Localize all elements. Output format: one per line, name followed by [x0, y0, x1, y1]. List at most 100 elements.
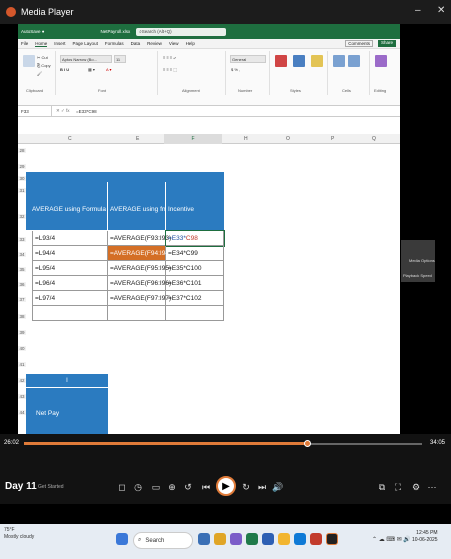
- row-header[interactable]: 30: [18, 176, 26, 181]
- number-format-select[interactable]: General: [230, 55, 266, 63]
- teams-icon[interactable]: [230, 533, 242, 545]
- app-icon[interactable]: [310, 533, 322, 545]
- table-cell[interactable]: =L93/4: [32, 231, 108, 246]
- volume-icon[interactable]: 🔊: [272, 481, 284, 493]
- row-header[interactable]: 44: [18, 410, 26, 415]
- sort-filter-icon[interactable]: [375, 55, 387, 67]
- column-header[interactable]: H: [244, 136, 248, 142]
- row-header[interactable]: 29: [18, 164, 26, 169]
- edge-icon[interactable]: [262, 533, 274, 545]
- mini-player-icon[interactable]: ⧉: [376, 481, 388, 493]
- skip-back-icon[interactable]: ↺: [182, 481, 194, 493]
- active-cell[interactable]: =E33* C98: [165, 230, 225, 247]
- row-header[interactable]: 35: [18, 267, 26, 272]
- header-cell-average-formula[interactable]: AVERAGE using Formula: [26, 182, 108, 230]
- header-cell-incentive[interactable]: Incentive: [166, 182, 224, 230]
- table-cell[interactable]: =E34*C99: [166, 246, 224, 261]
- borders-icon[interactable]: ▦ ▾: [88, 67, 95, 72]
- column-header[interactable]: C: [68, 136, 72, 142]
- table-cell-empty[interactable]: [166, 306, 224, 321]
- tab-page-layout[interactable]: Page Layout: [73, 41, 98, 46]
- row-header[interactable]: 42: [18, 378, 26, 383]
- bold-button[interactable]: B I U: [60, 67, 69, 72]
- font-name-select[interactable]: Aptos Narrow (Bo...: [60, 55, 112, 63]
- delete-cells-icon[interactable]: [348, 55, 360, 67]
- minimize-button[interactable]: –: [415, 5, 421, 16]
- skip-forward-icon[interactable]: ↻: [240, 481, 252, 493]
- column-header-selected[interactable]: F: [164, 134, 222, 144]
- taskbar-search[interactable]: ⌕ Search: [133, 532, 193, 549]
- system-tray-icons[interactable]: ⌃ ☁ ⌨ ✉ 🔊: [372, 536, 411, 543]
- table-cell[interactable]: =E35*C100: [166, 261, 224, 276]
- table-cell-empty[interactable]: [32, 306, 108, 321]
- table-cell[interactable]: =AVERAGE(F96:I96): [108, 276, 171, 291]
- chrome-icon[interactable]: [278, 533, 290, 545]
- copy-icon[interactable]: ⎘ Copy: [37, 63, 51, 68]
- currency-icon[interactable]: $ % ,: [231, 67, 240, 72]
- more-icon[interactable]: ⋯: [426, 481, 438, 493]
- column-header[interactable]: O: [286, 136, 290, 142]
- table-cell[interactable]: =L97/4: [32, 291, 108, 306]
- format-painter-icon[interactable]: 🖌: [37, 71, 42, 76]
- table-cell[interactable]: =AVERAGE(F97:I97): [108, 291, 171, 306]
- file-explorer-icon[interactable]: [214, 533, 226, 545]
- table-cell[interactable]: =L96/4: [32, 276, 108, 291]
- row-header[interactable]: 40: [18, 346, 26, 351]
- row-header[interactable]: 39: [18, 330, 26, 335]
- row-header[interactable]: 43: [18, 394, 26, 399]
- table-cell-empty[interactable]: [108, 306, 166, 321]
- tab-file[interactable]: File: [21, 41, 28, 46]
- insert-cells-icon[interactable]: [333, 55, 345, 67]
- row-header[interactable]: 31: [18, 188, 26, 193]
- row-header[interactable]: 28: [18, 148, 26, 153]
- table-cell[interactable]: =AVERAGE(F95:I95): [108, 261, 171, 276]
- row-header[interactable]: 34: [18, 252, 26, 257]
- tab-formulas[interactable]: Formulas: [105, 41, 124, 46]
- tab-review[interactable]: Review: [147, 41, 162, 46]
- row-header[interactable]: 41: [18, 362, 26, 367]
- column-header[interactable]: Q: [372, 136, 376, 142]
- play-button[interactable]: ▶: [216, 476, 236, 496]
- share-button[interactable]: Share: [377, 40, 396, 47]
- net-pay-block[interactable]: I Net Pay: [26, 374, 108, 434]
- close-button[interactable]: ✕: [437, 5, 445, 16]
- weather-widget[interactable]: 75°F Mostly cloudy: [4, 527, 34, 541]
- align-icons[interactable]: ≡ ≡ ≡ ⤶: [163, 55, 176, 60]
- row-header[interactable]: 38: [18, 314, 26, 319]
- audio-icon[interactable]: ◷: [132, 481, 144, 493]
- cell-styles-icon[interactable]: [311, 55, 323, 67]
- previous-icon[interactable]: ⏮: [200, 481, 212, 493]
- zoom-icon[interactable]: ⊕: [166, 481, 178, 493]
- formula-input[interactable]: =E33*C98: [76, 109, 97, 114]
- row-header[interactable]: 33: [18, 237, 26, 242]
- tab-home[interactable]: Home: [35, 41, 48, 47]
- tab-data[interactable]: Data: [131, 41, 141, 46]
- table-cell[interactable]: =AVERAGE(F93:I93): [108, 231, 171, 246]
- format-as-table-icon[interactable]: [293, 55, 305, 67]
- autosave-toggle[interactable]: AutoSave ●: [21, 29, 44, 34]
- table-cell[interactable]: =L94/4: [32, 246, 108, 261]
- media-player-taskbar-icon[interactable]: [326, 533, 338, 545]
- fullscreen-icon[interactable]: ⛶: [392, 481, 404, 493]
- tab-help[interactable]: Help: [186, 41, 195, 46]
- row-header[interactable]: 36: [18, 282, 26, 287]
- task-view-icon[interactable]: [198, 533, 210, 545]
- column-header[interactable]: E: [136, 136, 139, 142]
- captions-icon[interactable]: ◻: [116, 481, 128, 493]
- conditional-formatting-icon[interactable]: [275, 55, 287, 67]
- merge-icon[interactable]: ≡ ≡ ≡ ⬚: [163, 67, 177, 72]
- fx-icon[interactable]: ✕ ✓ fx: [52, 108, 76, 114]
- tab-view[interactable]: View: [169, 41, 179, 46]
- font-color-icon[interactable]: A ▾: [106, 67, 112, 72]
- side-overlay-panel[interactable]: Media Options Playback Speed: [401, 240, 435, 282]
- column-header[interactable]: P: [331, 136, 334, 142]
- cast-icon[interactable]: ▭: [150, 481, 162, 493]
- table-cell[interactable]: =E37*C102: [166, 291, 224, 306]
- row-header[interactable]: 32: [18, 214, 26, 219]
- table-cell-highlight[interactable]: =AVERAGE(F94:I94): [108, 246, 171, 261]
- table-cell[interactable]: =L95/4: [32, 261, 108, 276]
- comments-button[interactable]: Comments: [345, 40, 373, 47]
- excel-icon[interactable]: [246, 533, 258, 545]
- taskbar-clock[interactable]: 12:45 PM 10-06-2025: [412, 530, 438, 544]
- seek-knob[interactable]: [303, 440, 311, 447]
